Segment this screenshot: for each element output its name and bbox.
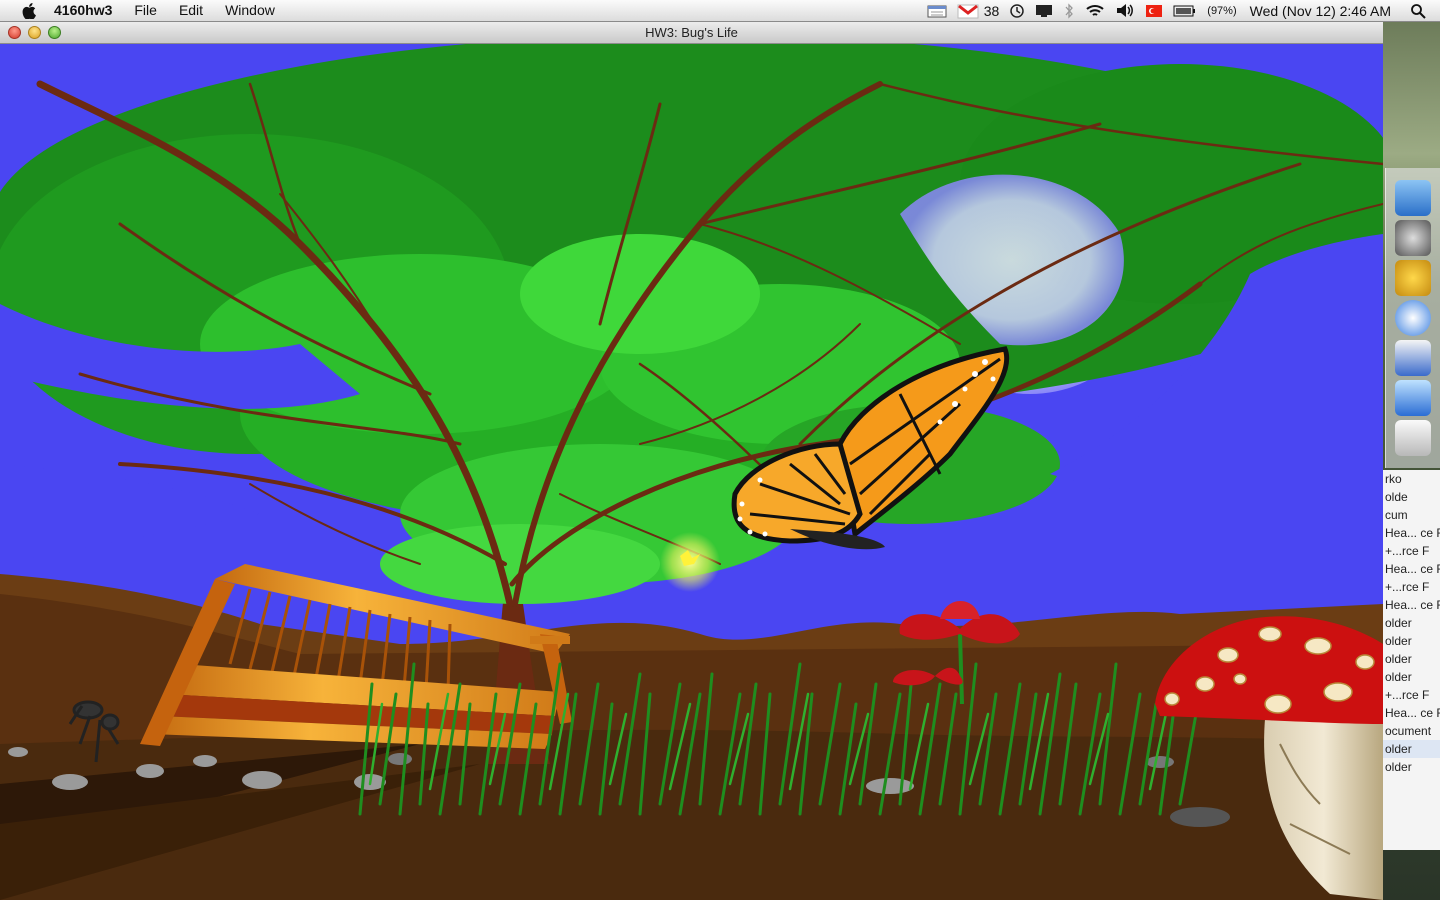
textedit-icon[interactable] <box>1395 420 1431 456</box>
menu-window[interactable]: Window <box>214 0 286 21</box>
wifi-icon[interactable] <box>1080 0 1110 21</box>
list-item[interactable]: older <box>1383 614 1440 632</box>
gmail-icon[interactable] <box>952 0 984 21</box>
list-item[interactable]: +...rce F <box>1383 542 1440 560</box>
battery-icon[interactable] <box>1168 0 1202 21</box>
opengl-scene-canvas[interactable] <box>0 44 1383 900</box>
dock <box>1385 168 1440 468</box>
list-item[interactable]: rko <box>1383 470 1440 488</box>
volume-icon[interactable] <box>1110 0 1140 21</box>
list-item[interactable]: Hea... ce F <box>1383 560 1440 578</box>
garden-scene <box>0 44 1383 900</box>
system-preferences-icon[interactable] <box>1395 220 1431 256</box>
apple-menu-icon[interactable] <box>20 0 38 21</box>
list-item[interactable]: olde <box>1383 488 1440 506</box>
list-item[interactable]: Hea... ce F <box>1383 524 1440 542</box>
list-item[interactable]: older <box>1383 632 1440 650</box>
list-item[interactable]: +...rce F <box>1383 686 1440 704</box>
window-title: HW3: Bug's Life <box>645 25 738 40</box>
battery-percent: (97%) <box>1207 4 1237 17</box>
list-item[interactable]: older <box>1383 650 1440 668</box>
finder-icon[interactable] <box>1395 180 1431 216</box>
list-item[interactable]: older <box>1383 740 1440 758</box>
menu-bar: 4160hw3 File Edit Window 38 (97%) Wed (N… <box>0 0 1440 22</box>
app-window: HW3: Bug's Life <box>0 22 1383 900</box>
flag-icon[interactable] <box>1140 0 1168 21</box>
menu-app-name[interactable]: 4160hw3 <box>54 0 123 21</box>
list-item[interactable]: ocument <box>1383 722 1440 740</box>
wolfram-icon[interactable] <box>1395 260 1431 296</box>
keynote-icon[interactable] <box>1395 340 1431 376</box>
time-machine-icon[interactable] <box>1004 0 1030 21</box>
list-item[interactable]: older <box>1383 758 1440 776</box>
calendar-icon[interactable] <box>922 0 952 21</box>
window-titlebar[interactable]: HW3: Bug's Life <box>0 22 1383 44</box>
finder-file-list: rko olde cum Hea... ce F +...rce F Hea..… <box>1383 470 1440 850</box>
menu-edit[interactable]: Edit <box>168 0 214 21</box>
list-item[interactable]: cum <box>1383 506 1440 524</box>
list-item[interactable]: Hea... ce F <box>1383 704 1440 722</box>
list-item[interactable]: Hea... ce F <box>1383 596 1440 614</box>
mail-count: 38 <box>983 2 1000 19</box>
menu-file[interactable]: File <box>123 0 168 21</box>
list-item[interactable]: older <box>1383 668 1440 686</box>
spotlight-search-icon[interactable] <box>1405 0 1440 21</box>
clock[interactable]: Wed (Nov 12) 2:46 AM <box>1242 0 1405 21</box>
xcode-icon[interactable] <box>1395 380 1431 416</box>
display-icon[interactable] <box>1030 0 1058 21</box>
list-item[interactable]: +...rce F <box>1383 578 1440 596</box>
safari-icon[interactable] <box>1395 300 1431 336</box>
bluetooth-icon[interactable] <box>1058 0 1080 21</box>
